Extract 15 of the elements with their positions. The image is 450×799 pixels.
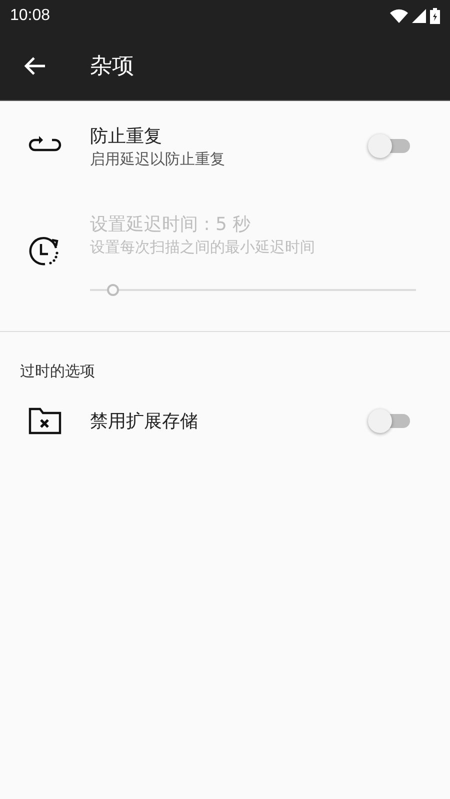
screen-title: 杂项: [90, 53, 134, 81]
preference-row[interactable]: 禁用扩展存储: [0, 385, 450, 457]
back-arrow-icon: [24, 56, 46, 76]
signal-icon: [412, 9, 426, 23]
section-header: 过时的选项: [19, 361, 96, 382]
preference-title: 防止重复: [90, 124, 163, 148]
preference-title: 禁用扩展存储: [90, 410, 199, 433]
preference-row[interactable]: 防止重复 启用延迟以防止重复: [0, 101, 450, 191]
folder-x-icon: [28, 407, 62, 435]
preference-summary: 设置每次扫描之间的最小延迟时间: [90, 238, 316, 256]
preference-title: 设置延迟时间 : 5 秒: [90, 212, 252, 236]
clock: 10:08: [10, 7, 50, 25]
battery-icon: [430, 8, 440, 24]
wifi-icon: [390, 9, 408, 23]
preference-summary: 启用延迟以防止重复: [90, 150, 226, 168]
